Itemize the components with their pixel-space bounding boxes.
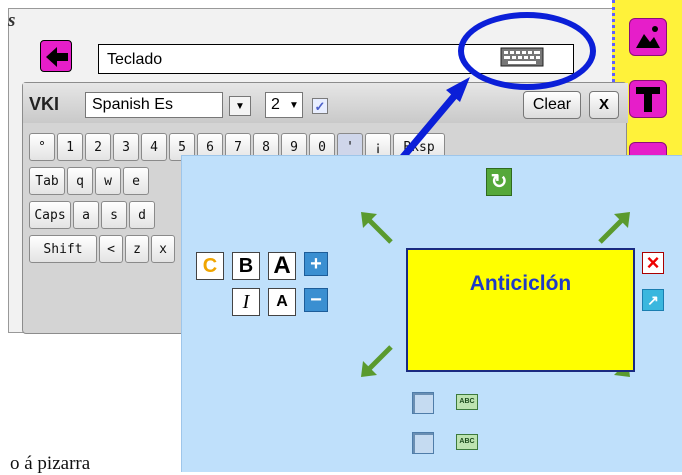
option-checkbox-2[interactable] (412, 432, 434, 454)
abc-icon: ABC (456, 394, 478, 410)
tab-key[interactable]: Tab (29, 167, 65, 195)
text-input-value: Teclado (107, 51, 163, 68)
close-keyboard-button[interactable]: X (589, 91, 619, 119)
text-box[interactable]: Anticiclón (406, 248, 635, 372)
font-larger-button[interactable]: A (268, 252, 296, 280)
delete-button[interactable]: × (642, 252, 664, 274)
text-t-icon (636, 87, 660, 112)
key[interactable]: < (99, 235, 123, 263)
key[interactable]: e (123, 167, 149, 195)
italic-button[interactable]: I (232, 288, 260, 316)
vki-checkbox[interactable]: ✓ (312, 98, 328, 114)
caps-key[interactable]: Caps (29, 201, 71, 229)
vki-title: VKI (29, 94, 60, 114)
edit-panel: ↻ C B A + I A − Anticiclón × ↗ ABC ABC (181, 155, 682, 472)
resize-arrow-sw-icon[interactable] (357, 341, 397, 381)
key[interactable]: ° (29, 133, 55, 161)
resize-arrow-nw-icon[interactable] (357, 208, 397, 248)
resize-arrow-ne-icon[interactable] (594, 208, 634, 248)
arrow-left-icon (46, 47, 68, 67)
share-button[interactable]: ↗ (642, 289, 664, 311)
key[interactable]: 4 (141, 133, 167, 161)
annotation-ellipse (458, 12, 596, 90)
option-checkbox-1[interactable] (412, 392, 434, 414)
color-button[interactable]: C (196, 252, 224, 280)
chevron-down-icon[interactable]: ▼ (285, 96, 303, 116)
key[interactable]: 3 (113, 133, 139, 161)
key[interactable]: 1 (57, 133, 83, 161)
bold-button[interactable]: B (232, 252, 260, 280)
key[interactable]: q (67, 167, 93, 195)
font-smaller-button[interactable]: A (268, 288, 296, 316)
key[interactable]: z (125, 235, 149, 263)
rotate-button[interactable]: ↻ (486, 168, 512, 196)
clear-button[interactable]: Clear (523, 91, 581, 119)
language-select[interactable]: Spanish Es (85, 92, 223, 118)
key[interactable]: 2 (85, 133, 111, 161)
app-corner-text: s (8, 10, 16, 31)
key[interactable]: a (73, 201, 99, 229)
chevron-down-icon[interactable]: ▼ (229, 96, 251, 116)
decrease-button[interactable]: − (304, 288, 328, 312)
back-button[interactable] (40, 40, 72, 72)
text-tool-button[interactable] (629, 80, 667, 118)
key[interactable]: s (101, 201, 127, 229)
increase-button[interactable]: + (304, 252, 328, 276)
abc-icon: ABC (456, 434, 478, 450)
key[interactable]: d (129, 201, 155, 229)
size-select-value: 2 (271, 96, 280, 113)
key[interactable]: w (95, 167, 121, 195)
key[interactable]: x (151, 235, 175, 263)
shift-key[interactable]: Shift (29, 235, 97, 263)
image-icon (636, 26, 660, 48)
image-tool-button[interactable] (629, 18, 667, 56)
text-box-label: Anticiclón (469, 272, 572, 295)
